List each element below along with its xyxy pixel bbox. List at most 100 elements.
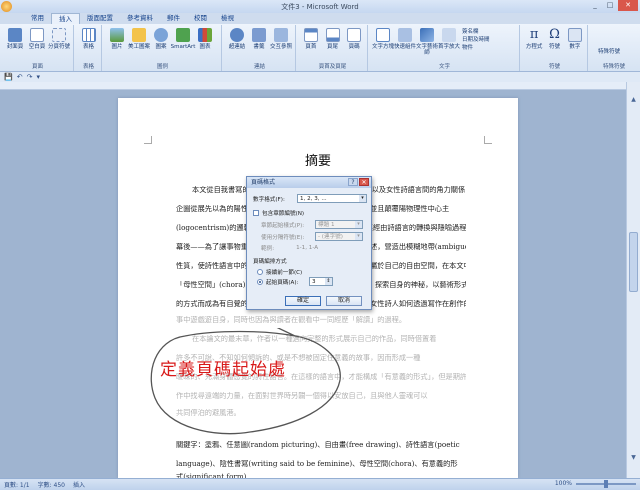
object-button[interactable]: 物件	[462, 44, 490, 52]
scrollbar-thumb[interactable]	[629, 232, 638, 292]
clip-art-button[interactable]: 美工圖案	[128, 28, 150, 50]
save-icon[interactable]: 💾	[4, 73, 13, 81]
pi-icon: π	[529, 27, 539, 42]
tab-home[interactable]: 常用	[24, 13, 51, 24]
page-number-icon	[347, 28, 362, 42]
blank-page-button[interactable]: 空白頁	[26, 28, 48, 50]
page-number-button[interactable]: 頁碼	[343, 28, 365, 50]
tab-view[interactable]: 檢視	[214, 13, 241, 24]
start-at-spinner[interactable]: 3 ⇕	[309, 277, 333, 286]
number-format-combo[interactable]: 1, 2, 3, ... ▾	[297, 194, 367, 203]
quick-access-toolbar: 💾 ↶ ↷ ▾	[0, 72, 640, 82]
insert-mode[interactable]: 插入	[73, 480, 85, 489]
text-box-button[interactable]: 文字方塊	[372, 28, 394, 56]
cover-page-button[interactable]: 封面頁	[4, 28, 26, 50]
group-symbols: π 方程式 Ω 符號 數字 符號	[522, 25, 588, 71]
quick-parts-button[interactable]: 快速組件	[394, 28, 416, 56]
continue-radio[interactable]	[257, 269, 263, 275]
vertical-scrollbar[interactable]: ▲ ▼	[626, 82, 640, 478]
window-title: 文件3 - Microsoft Word	[281, 3, 359, 11]
spinner-arrows-icon[interactable]: ⇕	[325, 278, 332, 285]
scroll-down-arrow-icon[interactable]: ▼	[629, 454, 638, 461]
smartart-button[interactable]: SmartArt	[171, 28, 195, 50]
customize-icon[interactable]: ▾	[36, 73, 40, 81]
number-icon	[567, 28, 582, 42]
date-time-button[interactable]: 日期及時間	[462, 36, 490, 44]
ribbon-tabs: 常用 插入 版面配置 參考資料 郵件 校閱 檢視	[0, 13, 640, 24]
include-chapter-label: 包含章節編號(N)	[262, 211, 305, 217]
horizontal-ruler[interactable]	[0, 82, 640, 90]
include-chapter-checkbox[interactable]	[253, 210, 259, 216]
keywords-line: language)、陰性書寫(writing said to be femini…	[176, 460, 458, 468]
callout-text: 定義頁碼起始處	[160, 360, 286, 380]
header-icon	[303, 28, 318, 42]
table-button[interactable]: 表格	[78, 28, 99, 50]
signature-line-button[interactable]: 簽名欄	[462, 28, 490, 36]
bookmark-icon	[252, 28, 266, 42]
chevron-down-icon: ▾	[355, 221, 362, 228]
undo-icon[interactable]: ↶	[17, 73, 23, 81]
maximize-button[interactable]: □	[603, 0, 617, 11]
separator-combo[interactable]: - (連字號) ▾	[315, 232, 363, 241]
shapes-button[interactable]: 圖案	[150, 28, 172, 50]
tab-insert[interactable]: 插入	[51, 13, 80, 24]
group-label: 圖例	[156, 64, 168, 70]
start-at-radio[interactable]	[257, 279, 263, 285]
page-count[interactable]: 頁數: 1/1	[4, 480, 30, 489]
zoom-slider-knob[interactable]	[604, 479, 608, 488]
tab-mailings[interactable]: 郵件	[160, 13, 187, 24]
minimize-button[interactable]: _	[588, 0, 602, 11]
group-header-footer: 頁首 頁尾 頁碼 頁首及頁尾	[298, 25, 368, 71]
status-bar: 頁數: 1/1 字數: 450 插入 100%	[0, 478, 640, 490]
footer-button[interactable]: 頁尾	[322, 28, 344, 50]
hyperlink-icon	[230, 28, 244, 42]
tab-review[interactable]: 校閱	[187, 13, 214, 24]
chapter-style-combo[interactable]: 標題 1 ▾	[315, 220, 363, 229]
paragraph-line: 事中遊戲遊自身，同時也因為與讀者在觀看中一同經歷「解讀」的過程。	[176, 316, 407, 324]
symbol-button[interactable]: Ω 符號	[544, 27, 564, 51]
cover-page-icon	[8, 28, 22, 42]
omega-icon: Ω	[549, 27, 560, 42]
group-pages: 封面頁 空白頁 分頁符號 頁面	[2, 25, 74, 71]
word-count[interactable]: 字數: 450	[38, 480, 65, 489]
page-number-format-dialog: 頁碼格式 ? ✕ 數字格式(F): 1, 2, 3, ... ▾ 包含章節編號(N…	[246, 176, 372, 310]
drop-cap-button[interactable]: 首字放大	[438, 28, 460, 56]
chevron-down-icon: ▾	[359, 195, 366, 202]
wordart-button[interactable]: 文字藝術師	[416, 28, 438, 56]
hyperlink-button[interactable]: 超連結	[226, 28, 248, 50]
group-label: 表格	[82, 64, 94, 70]
tab-references[interactable]: 參考資料	[120, 13, 160, 24]
scroll-up-arrow-icon[interactable]: ▲	[629, 96, 638, 103]
close-button[interactable]: ✕	[618, 0, 638, 11]
zoom-slider[interactable]	[576, 479, 636, 488]
tab-layout[interactable]: 版面配置	[80, 13, 120, 24]
cancel-button[interactable]: 取消	[326, 296, 362, 306]
chart-button[interactable]: 圖表	[194, 28, 216, 50]
group-label: 特殊符號	[602, 64, 625, 70]
ok-button[interactable]: 確定	[285, 296, 321, 306]
dialog-title-bar: 頁碼格式 ? ✕	[247, 177, 371, 188]
numbering-section-label: 頁碼編排方式	[253, 259, 287, 265]
group-tables: 表格 表格	[76, 25, 102, 71]
cross-reference-icon	[274, 28, 288, 42]
dialog-close-icon[interactable]: ✕	[359, 178, 369, 186]
example-value: 1-1, 1-A	[296, 245, 319, 251]
redo-icon[interactable]: ↷	[27, 73, 33, 81]
picture-button[interactable]: 圖片	[106, 28, 128, 50]
ribbon: 封面頁 空白頁 分頁符號 頁面 表格 表格 圖片 美工圖案 圖案 SmartAr…	[0, 24, 640, 72]
group-label: 文字	[438, 64, 450, 70]
page-break-button[interactable]: 分頁符號	[48, 28, 70, 50]
help-icon[interactable]: ?	[348, 178, 358, 186]
equation-button[interactable]: π 方程式	[524, 27, 544, 51]
header-button[interactable]: 頁首	[300, 28, 322, 50]
number-button[interactable]: 數字	[565, 28, 585, 50]
zoom-level[interactable]: 100%	[555, 480, 572, 487]
cross-reference-button[interactable]: 交互參照	[270, 28, 292, 50]
document-title: 摘要	[304, 154, 331, 169]
bookmark-button[interactable]: 書籤	[248, 28, 270, 50]
group-illustrations: 圖片 美工圖案 圖案 SmartArt 圖表 圖例	[104, 25, 222, 71]
group-links: 超連結 書籤 交互參照 連結	[224, 25, 296, 71]
special-symbols-button[interactable]: 特殊符號	[590, 25, 638, 55]
margin-mark	[144, 136, 152, 144]
blank-page-icon	[30, 28, 44, 42]
